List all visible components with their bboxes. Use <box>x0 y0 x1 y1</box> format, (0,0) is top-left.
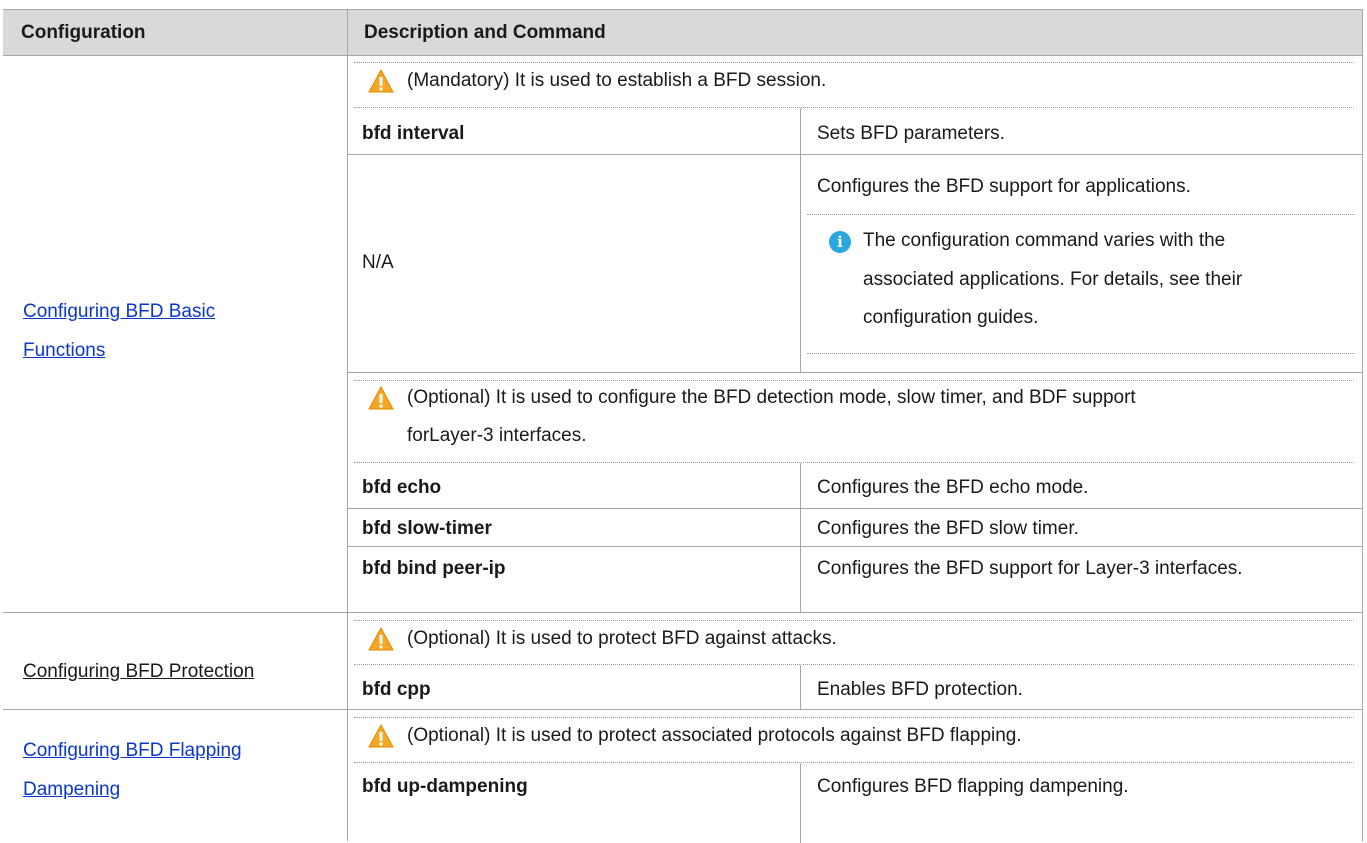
row-border <box>347 546 1363 547</box>
warning-icon <box>368 69 394 93</box>
command-bfd-cpp: bfd cpp <box>362 679 431 700</box>
description-bfd-echo: Configures the BFD echo mode. <box>817 477 1089 498</box>
command-bfd-slow-timer: bfd slow-timer <box>362 518 492 539</box>
mandatory-note: (Mandatory) It is used to establish a BF… <box>407 70 827 91</box>
description-bfd-interval: Sets BFD parameters. <box>817 123 1005 144</box>
warning-icon <box>368 627 394 651</box>
table-right-border <box>1362 9 1363 841</box>
table-header: Configuration Description and Command <box>3 9 1363 56</box>
section-border <box>3 612 1363 613</box>
section-border <box>3 709 1363 710</box>
description-bfd-bind-peer-ip: Configures the BFD support for Layer-3 i… <box>817 558 1243 579</box>
divider <box>354 620 1354 621</box>
divider <box>354 762 1354 763</box>
description-bfd-up-dampening: Configures BFD flapping dampening. <box>817 776 1129 797</box>
optional-note-line2: forLayer-3 interfaces. <box>407 425 587 446</box>
command-bfd-up-dampening: bfd up-dampening <box>362 776 528 797</box>
command-bfd-interval: bfd interval <box>362 123 465 144</box>
link-configuring-bfd-protection[interactable]: Configuring BFD Protection <box>23 661 254 683</box>
subcolumn-divider <box>800 108 801 372</box>
header-bottom-border <box>3 55 1363 56</box>
divider <box>807 214 1355 215</box>
divider <box>354 380 1354 381</box>
optional-note-line1: (Optional) It is used to configure the B… <box>407 387 1136 408</box>
info-note-line3: configuration guides. <box>863 307 1039 328</box>
subcolumn-divider <box>800 763 801 843</box>
header-description-command: Description and Command <box>364 22 606 43</box>
header-configuration: Configuration <box>21 22 146 43</box>
warning-icon <box>368 724 394 748</box>
row-border <box>347 372 1363 373</box>
command-bfd-bind-peer-ip: bfd bind peer-ip <box>362 558 506 579</box>
description-bfd-cpp: Enables BFD protection. <box>817 679 1023 700</box>
info-note-line1: The configuration command varies with th… <box>863 230 1226 251</box>
command-bfd-echo: bfd echo <box>362 477 442 498</box>
row-border <box>347 154 1363 155</box>
divider <box>354 462 1354 463</box>
link-configuring-bfd-basic-functions-cont[interactable]: Functions <box>23 340 105 362</box>
flapping-note: (Optional) It is used to protect associa… <box>407 725 1022 746</box>
protection-note: (Optional) It is used to protect BFD aga… <box>407 628 837 649</box>
divider <box>354 107 1354 108</box>
info-icon: i <box>829 231 851 253</box>
warning-icon <box>368 386 394 410</box>
subcolumn-divider <box>800 463 801 612</box>
divider <box>807 353 1355 354</box>
row-border <box>347 508 1363 509</box>
description-app-support: Configures the BFD support for applicati… <box>817 176 1191 197</box>
column-divider <box>347 9 348 841</box>
link-configuring-bfd-flapping-dampening-cont[interactable]: Dampening <box>23 779 120 801</box>
link-configuring-bfd-flapping-dampening[interactable]: Configuring BFD Flapping <box>23 740 242 762</box>
divider <box>354 717 1354 718</box>
info-note-line2: associated applications. For details, se… <box>863 269 1243 290</box>
link-configuring-bfd-basic-functions[interactable]: Configuring BFD Basic <box>23 301 215 323</box>
subcolumn-divider <box>800 665 801 709</box>
divider <box>354 62 1354 63</box>
description-bfd-slow-timer: Configures the BFD slow timer. <box>817 518 1079 539</box>
command-na: N/A <box>362 252 394 273</box>
divider <box>354 664 1354 665</box>
